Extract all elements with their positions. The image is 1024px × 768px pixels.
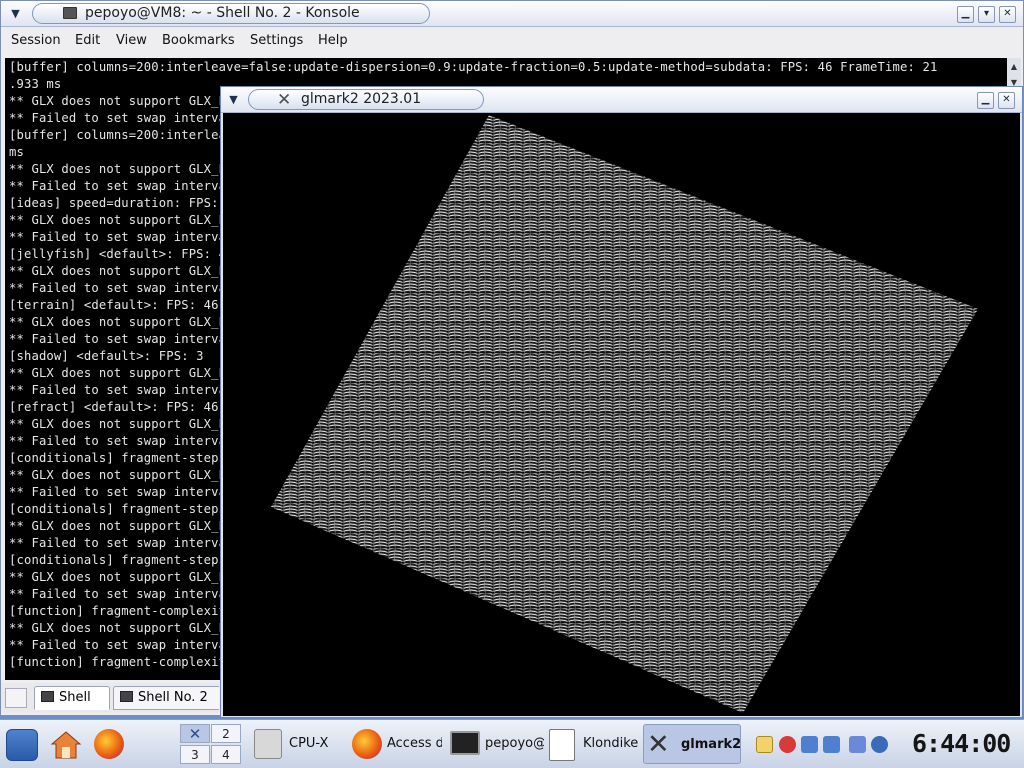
pager-desktop-2[interactable]: 2 [211,724,241,743]
minimize-button[interactable]: ▁ [977,92,994,109]
pager-desktop-1[interactable]: ✕ [180,724,210,743]
home-icon[interactable] [50,729,82,761]
task-klondike[interactable]: Klondike [547,724,641,764]
glmark2-window[interactable]: ▼ ✕ glmark2 2023.01 ▁ ✕ [220,86,1023,718]
screen-icon[interactable] [823,736,840,753]
tux-icon [254,729,282,759]
glmark2-render-canvas[interactable] [223,113,1020,716]
terminal-icon [450,731,480,755]
task-cpu-x[interactable]: CPU-X [251,724,343,764]
new-tab-icon[interactable] [5,688,27,708]
display-icon[interactable] [801,736,818,753]
maximize-button[interactable]: ▾ [978,6,995,23]
tab-shell-no-2[interactable]: Shell No. 2 [113,686,219,710]
firefox-icon [352,729,382,759]
network-disconnected-icon[interactable] [779,736,796,753]
rendered-mesh [271,115,978,713]
menu-session[interactable]: Session [11,33,61,48]
task-glmark2-label: glmark2 [681,737,741,752]
user-icon[interactable] [871,736,888,753]
firefox-icon[interactable] [94,729,124,759]
menu-edit[interactable]: Edit [75,33,100,48]
x-logo-icon: ✕ [647,729,670,760]
monitor-icon[interactable] [849,736,866,753]
close-button[interactable]: ✕ [998,92,1015,109]
pager-desktop-3[interactable]: 3 [180,745,210,764]
menu-bar: Session Edit View Bookmarks Settings Hel… [1,28,1023,53]
desktop: ▼ pepoyo@VM8: ~ - Shell No. 2 - Konsole … [0,0,1024,768]
scroll-up-icon[interactable]: ▲ [1007,60,1021,74]
kde-menu-icon[interactable] [6,729,38,761]
pager-desktop-4[interactable]: 4 [211,745,241,764]
terminal-icon [41,691,54,702]
terminal-line: [buffer] columns=200:interleave=false:up… [9,60,938,74]
konsole-title: pepoyo@VM8: ~ - Shell No. 2 - Konsole [85,5,360,21]
menu-help[interactable]: Help [318,33,348,48]
terminal-line: ms [9,145,24,159]
task-cpu-x-label: CPU-X [289,736,329,751]
konsole-titlebar[interactable]: ▼ pepoyo@VM8: ~ - Shell No. 2 - Konsole … [1,1,1023,27]
clock[interactable]: 6:44:00 [912,729,1012,761]
x-logo-icon: ✕ [188,725,202,743]
terminal-line: [shadow] <default>: FPS: 3 [9,349,204,363]
task-pepoyo-label: pepoyo@ [485,736,544,751]
task-pepoyo[interactable]: pepoyo@ [448,724,544,764]
glmark2-title: glmark2 2023.01 [301,91,422,107]
terminal-icon [120,691,133,702]
task-access-label: Access d [387,736,442,751]
menu-settings[interactable]: Settings [250,33,303,48]
glmark2-titlebar[interactable]: ▼ ✕ glmark2 2023.01 ▁ ✕ [221,87,1022,113]
tab-shell[interactable]: Shell [34,686,110,710]
session-tab-bar: Shell Shell No. 2 [1,683,219,713]
x-logo-icon: ✕ [277,90,292,110]
tab-shell-no-2-label: Shell No. 2 [138,690,208,705]
playing-card-icon [549,729,575,761]
task-glmark2[interactable]: ✕ glmark2 [643,724,741,764]
menu-bookmarks[interactable]: Bookmarks [162,33,235,48]
menu-view[interactable]: View [116,33,147,48]
close-button[interactable]: ✕ [999,6,1016,23]
tab-shell-label: Shell [59,690,91,705]
task-klondike-label: Klondike [583,736,639,751]
klipper-icon[interactable] [756,736,773,753]
task-access[interactable]: Access d [350,724,442,764]
window-menu-icon[interactable]: ▼ [7,6,24,23]
terminal-line: .933 ms [9,77,62,91]
terminal-icon [63,7,77,19]
window-menu-icon[interactable]: ▼ [225,92,242,109]
minimize-button[interactable]: ▁ [957,6,974,23]
